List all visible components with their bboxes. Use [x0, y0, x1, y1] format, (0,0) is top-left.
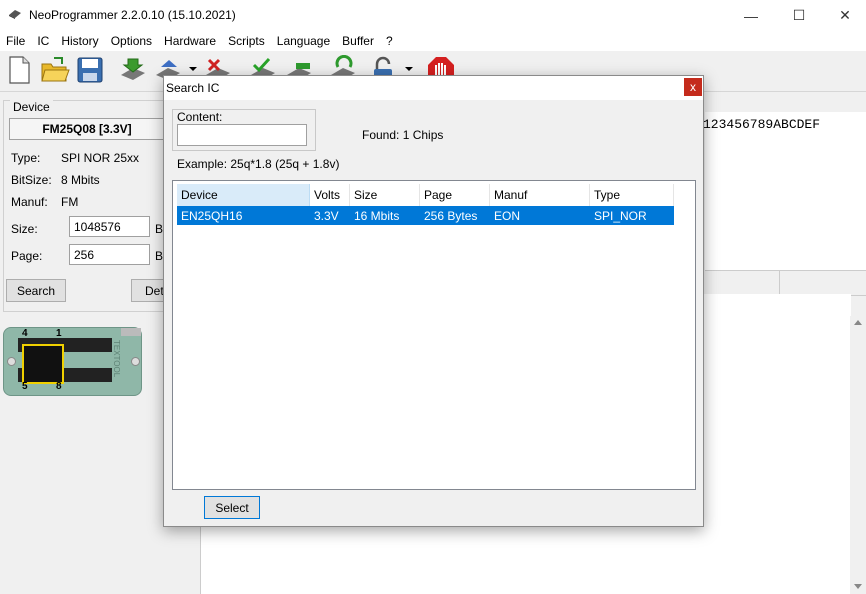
- type-label: Type:: [11, 151, 41, 165]
- socket-hole-right: [131, 357, 140, 366]
- new-file-icon[interactable]: [4, 55, 34, 85]
- chip-name: FM25Q08 [3.3V]: [9, 118, 165, 140]
- scroll-down-arrow-icon[interactable]: [854, 584, 862, 589]
- cell-volts: 3.3V: [314, 208, 339, 223]
- textool-label: TEXTOOL: [112, 340, 121, 378]
- cell-device: EN25QH16: [181, 208, 243, 223]
- bitsize-label: BitSize:: [11, 173, 52, 187]
- window-title: NeoProgrammer 2.2.0.10 (15.10.2021): [29, 8, 236, 22]
- pin-8-label: 8: [56, 381, 62, 392]
- search-ic-dialog: Search IC x Content: Found: 1 Chips Exam…: [163, 75, 704, 527]
- type-value: SPI NOR 25xx: [61, 151, 140, 165]
- found-count: Found: 1 Chips: [362, 128, 444, 142]
- chip-app-icon: [9, 10, 21, 19]
- menu-options[interactable]: Options: [105, 31, 158, 51]
- page-field[interactable]: 256: [69, 244, 150, 265]
- column-header-page[interactable]: Page: [420, 184, 490, 206]
- socket-hole-left: [7, 357, 16, 366]
- search-button[interactable]: Search: [6, 279, 66, 302]
- menu-history[interactable]: History: [55, 31, 104, 51]
- results-table: Device Volts Size Page Manuf Type EN25QH…: [172, 180, 696, 490]
- lock-dropdown-arrow[interactable]: [405, 67, 413, 71]
- open-folder-icon[interactable]: [40, 55, 70, 85]
- menu-scripts[interactable]: Scripts: [222, 31, 271, 51]
- maximize-button[interactable]: ☐: [776, 0, 822, 31]
- size-field[interactable]: 1048576: [69, 216, 150, 237]
- textool-socket-image: 4 1 5 8 TEXTOOL: [3, 327, 142, 396]
- dialog-title-bar: Search IC x: [164, 76, 703, 100]
- close-icon: x: [690, 80, 696, 94]
- menu-help[interactable]: ?: [380, 31, 399, 51]
- hex-header: 123456789ABCDEF: [703, 112, 866, 133]
- scroll-up-arrow-icon[interactable]: [854, 320, 862, 325]
- table-row[interactable]: EN25QH16 3.3V 16 Mbits 256 Bytes EON SPI…: [177, 206, 674, 225]
- content-search-input[interactable]: [177, 124, 307, 146]
- size-label: Size:: [11, 222, 38, 236]
- example-text: Example: 25q*1.8 (25q + 1.8v): [177, 157, 340, 171]
- column-header-volts[interactable]: Volts: [310, 184, 350, 206]
- menu-file[interactable]: File: [0, 31, 31, 51]
- close-window-button[interactable]: ✕: [822, 0, 866, 31]
- column-header-manuf[interactable]: Manuf: [490, 184, 590, 206]
- cell-manuf: EON: [494, 208, 521, 223]
- dialog-close-button[interactable]: x: [684, 78, 702, 96]
- dialog-title: Search IC: [166, 81, 220, 95]
- manuf-value: FM: [61, 195, 79, 209]
- page-unit: B: [155, 249, 164, 263]
- minimize-button[interactable]: —: [728, 0, 774, 31]
- socket-lever: [121, 328, 141, 336]
- menu-language[interactable]: Language: [271, 31, 336, 51]
- hex-view-top[interactable]: [705, 132, 866, 270]
- column-header-type[interactable]: Type: [590, 184, 674, 206]
- vertical-scrollbar[interactable]: [850, 316, 866, 594]
- cell-size: 16 Mbits: [354, 208, 400, 223]
- chip-on-socket: [22, 344, 64, 384]
- read-chip-icon[interactable]: [118, 55, 148, 85]
- title-bar: NeoProgrammer 2.2.0.10 (15.10.2021) — ☐ …: [0, 0, 866, 31]
- manuf-label: Manuf:: [11, 195, 48, 209]
- bitsize-value: 8 Mbits: [61, 173, 100, 187]
- hex-splitter[interactable]: [705, 270, 866, 296]
- write-dropdown-arrow[interactable]: [189, 67, 197, 71]
- device-legend: Device: [10, 100, 53, 114]
- menu-buffer[interactable]: Buffer: [336, 31, 380, 51]
- cell-page: 256 Bytes: [424, 208, 478, 223]
- menu-bar: File IC History Options Hardware Scripts…: [0, 31, 866, 51]
- pin-4-label: 4: [22, 328, 28, 339]
- cell-type: SPI_NOR: [594, 208, 647, 223]
- column-header-device[interactable]: Device: [177, 184, 310, 206]
- save-icon[interactable]: [75, 55, 105, 85]
- menu-ic[interactable]: IC: [31, 31, 55, 51]
- splitter-divider: [779, 271, 780, 295]
- menu-hardware[interactable]: Hardware: [158, 31, 222, 51]
- column-header-size[interactable]: Size: [350, 184, 420, 206]
- select-button[interactable]: Select: [204, 496, 260, 519]
- content-label: Content:: [177, 110, 223, 124]
- pin-5-label: 5: [22, 381, 28, 392]
- pin-1-label: 1: [56, 328, 62, 339]
- size-unit: B: [155, 222, 164, 236]
- page-label: Page:: [11, 249, 43, 263]
